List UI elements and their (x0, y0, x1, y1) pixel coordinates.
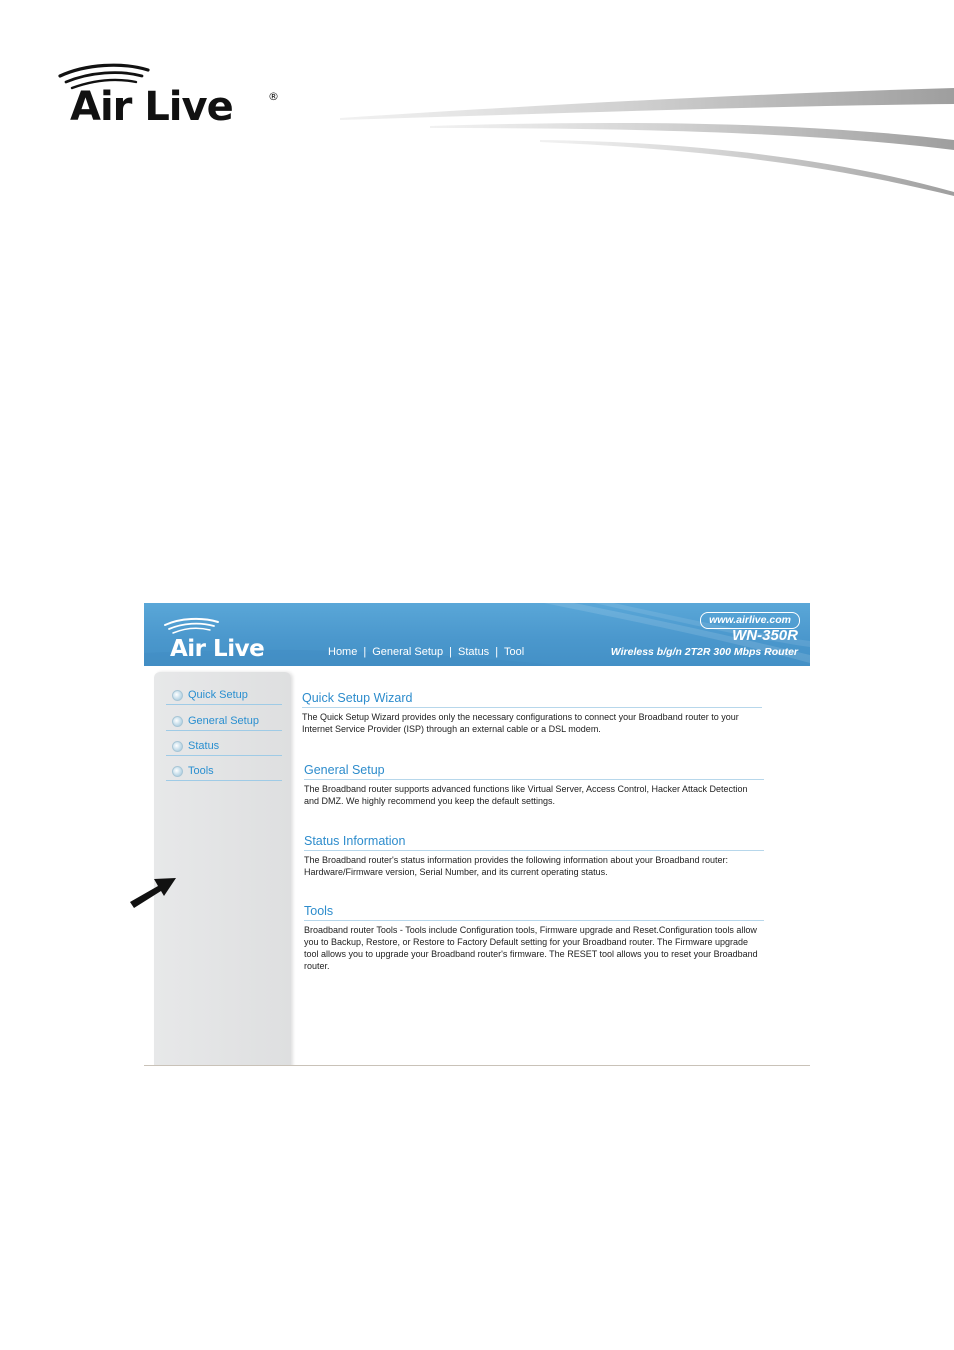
section-tools: Tools Broadband router Tools - Tools inc… (304, 904, 764, 972)
section-title: Tools (304, 904, 764, 921)
section-body: The Broadband router's status informatio… (304, 855, 728, 877)
section-body: The Quick Setup Wizard provides only the… (302, 712, 739, 734)
signal-arcs-icon (164, 617, 219, 634)
logo-text: Air Live (70, 84, 233, 130)
sidebar-item-label: General Setup (188, 715, 259, 727)
nav-separator: | (495, 646, 499, 658)
nav-home[interactable]: Home (328, 646, 357, 658)
sidebar-item-tools[interactable]: Tools (166, 762, 282, 781)
section-status-information: Status Information The Broadband router'… (304, 834, 764, 878)
banner-logo-text: Air Live (170, 636, 264, 660)
sidebar-item-quick-setup[interactable]: Quick Setup (166, 686, 282, 705)
sidebar-item-general-setup[interactable]: General Setup (166, 712, 282, 731)
nav-separator: | (449, 646, 452, 658)
header-swoosh (340, 84, 954, 196)
sidebar: Quick Setup General Setup Status Tools (154, 672, 291, 1066)
section-body: The Broadband router supports advanced f… (304, 784, 748, 806)
sidebar-item-status[interactable]: Status (166, 737, 282, 756)
nav-general-setup[interactable]: General Setup (372, 646, 443, 658)
nav-status[interactable]: Status (458, 646, 489, 658)
bullet-icon (172, 689, 183, 701)
header-banner: Air Live Home | General Setup | Status |… (144, 603, 810, 666)
section-body: Broadband router Tools - Tools include C… (304, 925, 758, 971)
nav-tool[interactable]: Tool (504, 646, 524, 658)
section-title: Quick Setup Wizard (302, 691, 762, 708)
bullet-icon (172, 765, 183, 777)
section-title: Status Information (304, 834, 764, 851)
section-quick-setup-wizard: Quick Setup Wizard The Quick Setup Wizar… (302, 691, 762, 735)
sidebar-item-label: Quick Setup (188, 689, 248, 701)
bullet-icon (172, 740, 183, 752)
model-description: Wireless b/g/n 2T2R 300 Mbps Router (610, 646, 798, 658)
bullet-icon (172, 715, 183, 727)
banner-logo[interactable]: Air Live (162, 616, 302, 662)
section-general-setup: General Setup The Broadband router suppo… (304, 763, 764, 807)
model-name: WN-350R (732, 627, 798, 644)
nav-separator: | (363, 646, 367, 658)
pointer-arrow-icon (128, 874, 178, 912)
router-web-ui: Air Live Home | General Setup | Status |… (144, 603, 810, 1066)
sidebar-item-label: Tools (188, 765, 214, 777)
sidebar-item-label: Status (188, 740, 220, 752)
registered-mark: ® (268, 90, 279, 103)
bottom-divider (144, 1065, 810, 1066)
airlive-logo: Air Live ® (56, 60, 286, 130)
section-title: General Setup (304, 763, 764, 780)
top-nav: Home | General Setup | Status | Tool (328, 645, 524, 659)
